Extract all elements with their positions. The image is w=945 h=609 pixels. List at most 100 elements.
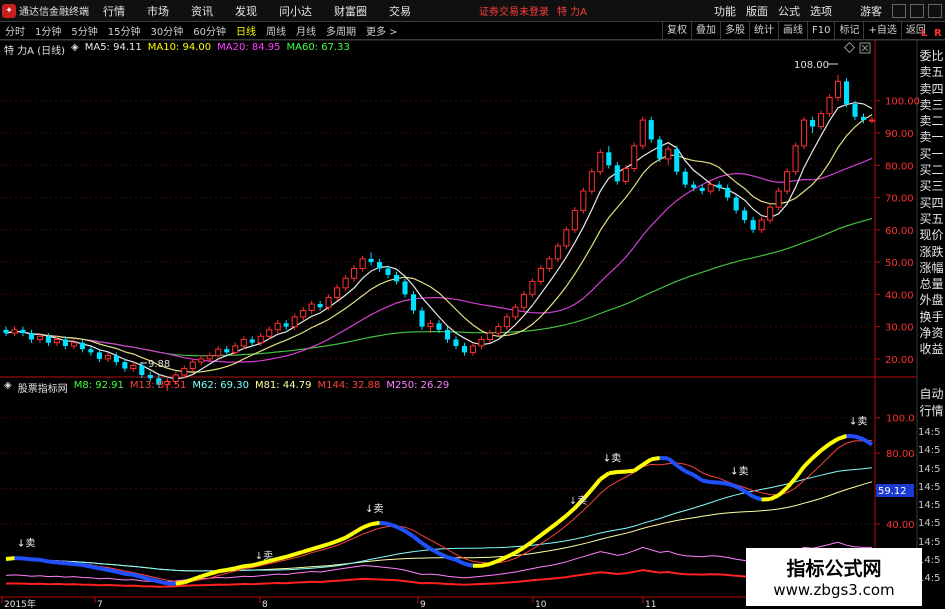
sidebar-item[interactable]: 卖四 — [918, 81, 945, 97]
candle-down — [368, 258, 374, 263]
candle-up — [206, 355, 213, 360]
sidebar-item[interactable]: 涨跌 — [918, 244, 945, 260]
date-label: 2015年 — [4, 598, 36, 609]
candle-up — [232, 345, 239, 353]
falling-segment — [446, 555, 457, 562]
candle-down — [20, 329, 26, 334]
falling-segment — [718, 480, 728, 486]
candle-up — [818, 113, 825, 128]
sell-signal-label: ↓卖 — [603, 452, 621, 464]
falling-segment — [727, 481, 737, 489]
sidebar-item[interactable]: 买三 — [918, 178, 945, 194]
sidebar-item[interactable]: 卖一 — [918, 129, 945, 145]
sub-indicator-icon: ◈ — [4, 380, 12, 391]
tick-time: 14:5 — [918, 536, 941, 548]
tick-time: 14:5 — [918, 427, 941, 438]
auto-quote-panel: 自动 行情 — [918, 386, 945, 420]
sidebar-item[interactable]: 总量 — [918, 276, 945, 292]
candle-up — [546, 258, 553, 270]
candle-up — [580, 190, 587, 211]
sidebar-item[interactable]: 卖三 — [918, 97, 945, 113]
high-price-label: 108.00 — [794, 60, 829, 71]
rising-segment — [353, 525, 364, 535]
sidebar-item[interactable]: 买五 — [918, 211, 945, 227]
candle-down — [88, 349, 94, 353]
sidebar-item[interactable]: 委比 — [918, 48, 945, 64]
candle-up — [53, 339, 60, 344]
candle-up — [631, 145, 638, 169]
rising-segment — [777, 486, 789, 497]
falling-segment — [82, 562, 92, 569]
falling-segment — [56, 560, 66, 566]
falling-segment — [684, 469, 695, 477]
m81-line — [5, 481, 873, 572]
main-grid — [0, 100, 875, 360]
candle-down — [113, 355, 119, 363]
rising-segment — [336, 535, 347, 544]
candle-up — [291, 316, 298, 328]
date-axis: 2015年 7 8 9 10 11 — [1, 597, 656, 609]
sidebar-item[interactable]: 卖五 — [918, 64, 945, 80]
candle-up — [826, 96, 833, 115]
candle-down — [410, 294, 417, 311]
candle-down — [860, 116, 867, 121]
chart-settings-icon[interactable] — [843, 41, 856, 54]
candle-up — [469, 345, 477, 353]
sidebar-item[interactable]: 行情 — [918, 403, 945, 420]
rising-segment — [556, 514, 568, 525]
sub-indicator-title[interactable]: 股票指标网 — [18, 380, 68, 395]
axis-label: 80.00 — [885, 161, 914, 172]
candle-up — [775, 190, 782, 208]
ma20-label: MA20: 84.95 — [217, 42, 281, 53]
rising-segment — [209, 569, 219, 576]
candle-up — [784, 171, 791, 192]
candle-down — [45, 336, 51, 343]
sidebar-item[interactable]: 买四 — [918, 195, 945, 211]
candle-down — [28, 333, 35, 340]
candle-down — [657, 139, 663, 159]
sidebar-item[interactable]: 收益 — [918, 341, 945, 357]
candle-up — [342, 277, 349, 289]
falling-segment — [132, 572, 143, 580]
candle-down — [606, 152, 612, 166]
sidebar-item[interactable]: 净资 — [918, 325, 945, 341]
sidebar-item[interactable]: 买一 — [918, 146, 945, 162]
sidebar-item[interactable]: 卖二 — [918, 113, 945, 129]
candle-down — [733, 197, 739, 211]
sidebar-item[interactable]: 涨幅 — [918, 260, 945, 276]
sidebar-item[interactable]: 买二 — [918, 162, 945, 178]
sidebar-item[interactable]: 外盘 — [918, 292, 945, 308]
axis-label: 40.00 — [886, 520, 915, 531]
stock-chart[interactable]: 100.00 90.00 80.00 70.00 60.00 50.00 40.00 30.0… — [0, 0, 945, 609]
rising-segment — [226, 566, 236, 572]
date-label: 8 — [262, 600, 268, 609]
candle-down — [682, 171, 688, 185]
rising-segment — [641, 457, 653, 467]
sub-current-value: 59.12 — [878, 486, 907, 497]
rising-segment — [251, 561, 262, 568]
sidebar-item[interactable]: 换手 — [918, 309, 945, 325]
m250-label: M250: 26.29 — [386, 380, 450, 391]
sidebar-item[interactable]: 自动 — [918, 386, 945, 403]
sidebar-item[interactable]: 现价 — [918, 227, 945, 243]
candle-up — [478, 339, 485, 347]
falling-segment — [743, 489, 755, 499]
rising-segment — [489, 558, 500, 566]
watermark-title: 指标公式网 — [786, 558, 882, 580]
rising-segment — [175, 580, 185, 586]
candle-down — [461, 345, 468, 353]
candle-down — [283, 323, 289, 327]
tick-time: 14:5 — [918, 518, 941, 530]
candle-up — [707, 184, 714, 192]
candle-up — [334, 287, 341, 299]
tick-time: 14:5 — [918, 573, 941, 585]
candle-down — [394, 274, 400, 282]
candle-down — [674, 149, 680, 172]
chart-close-icon[interactable] — [859, 42, 871, 54]
candle-up — [266, 329, 273, 337]
sub-indicator-legend: ◈ 股票指标网 M8: 92.91 M13: 87.51 M62: 69.30 … — [4, 380, 450, 395]
low-price-label: 9.88 — [148, 359, 170, 370]
rising-segment — [793, 465, 806, 480]
candle-down — [691, 184, 697, 188]
candle-up — [181, 368, 188, 376]
